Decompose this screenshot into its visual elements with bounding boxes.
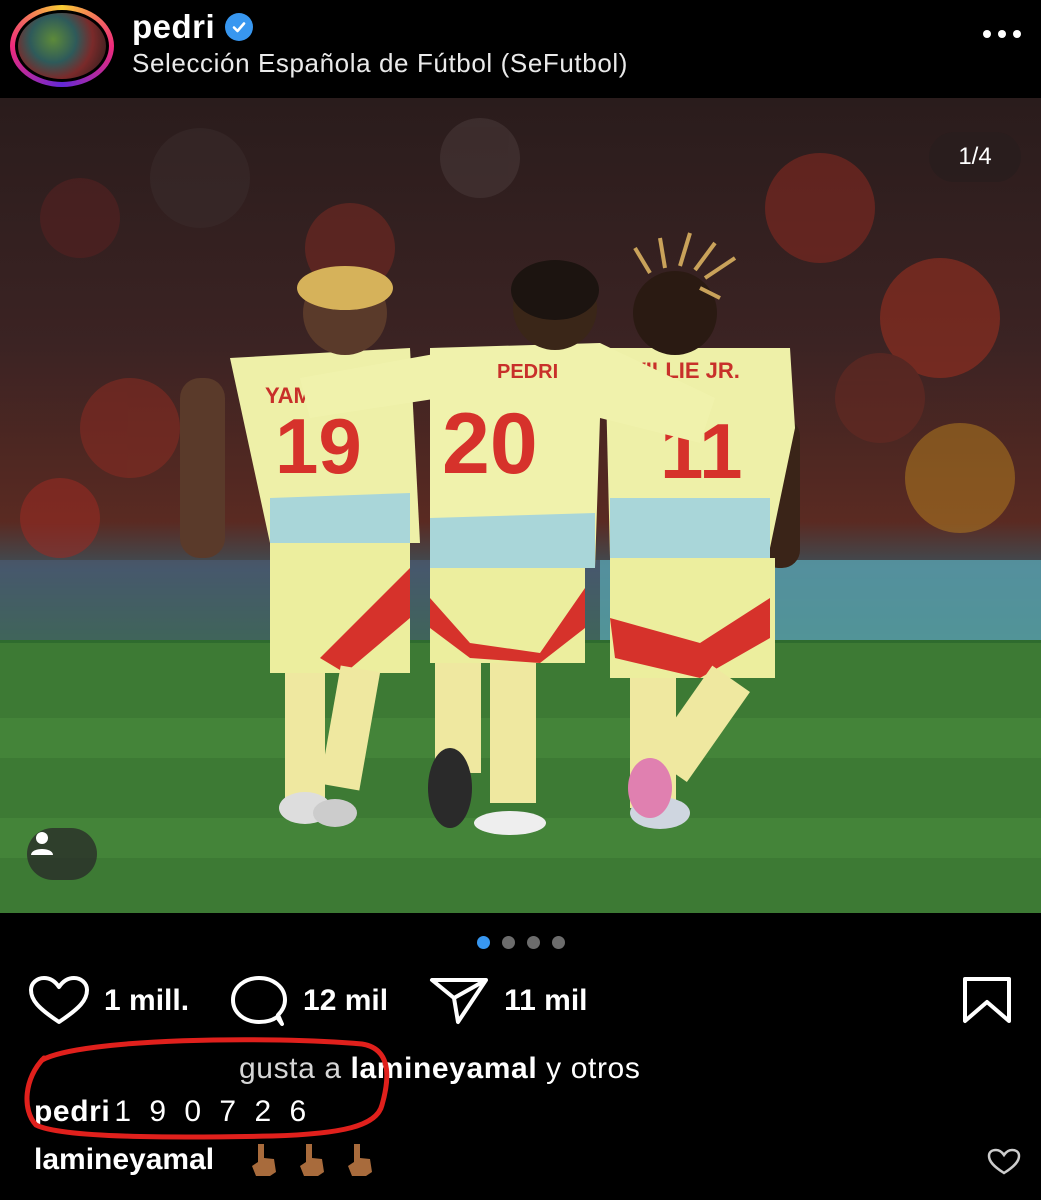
user-tags-icon[interactable] (27, 828, 97, 880)
share-count[interactable]: 11 mil (504, 984, 587, 1018)
carousel-counter: 1/4 (929, 132, 1021, 182)
heart-icon (29, 976, 89, 1024)
pointing-up-hand-icon (252, 1144, 277, 1176)
liked-by-suffix[interactable]: y otros (537, 1052, 640, 1085)
like-button[interactable]: 1 mill. (28, 976, 189, 1026)
svg-text:PEDRI: PEDRI (497, 361, 558, 383)
save-button[interactable] (961, 976, 1013, 1029)
caption-text: 1 9 0 7 2 6 (114, 1095, 312, 1128)
carousel-dots (0, 936, 1041, 949)
comment-button[interactable]: 12 mil (229, 975, 388, 1027)
comment-username[interactable]: lamineyamal (34, 1143, 214, 1177)
carousel-dot-4[interactable] (551, 936, 565, 949)
liked-by-user[interactable]: lamineyamal (351, 1052, 538, 1085)
username[interactable]: pedri (132, 8, 215, 46)
username-row: pedri (132, 8, 254, 46)
comment-count[interactable]: 12 mil (303, 984, 388, 1018)
liked-by-partial: gusta a (239, 1052, 351, 1085)
carousel-dot-3[interactable] (526, 936, 540, 949)
pointing-up-hand-icon (348, 1144, 373, 1176)
post-header: pedri Selección Española de Fútbol (SeFu… (0, 0, 1041, 98)
action-bar: 1 mill. 12 mil 11 mil (28, 976, 628, 1026)
avatar[interactable] (15, 10, 109, 82)
photo-illustration: YAMAL 19 WILLIE JR. 11 PEDRI 20 (0, 118, 1041, 913)
pointing-up-hand-icon (300, 1144, 325, 1176)
carousel-dot-1[interactable] (476, 936, 490, 949)
comment-icon (231, 976, 288, 1026)
more-options-icon[interactable] (983, 30, 1021, 38)
jersey-number-center: 20 (442, 396, 538, 492)
caption: pedri 1 9 0 7 2 6 (34, 1095, 311, 1129)
bookmark-icon (963, 977, 1011, 1023)
like-count[interactable]: 1 mill. (104, 984, 189, 1018)
comment-like-icon[interactable] (987, 1148, 1021, 1181)
liked-by-line[interactable]: gusta a lamineyamal y otros (34, 1052, 1034, 1086)
post-photo[interactable]: YAMAL 19 WILLIE JR. 11 PEDRI 20 1/4 (0, 98, 1041, 913)
verified-badge-icon (225, 13, 254, 41)
share-button[interactable]: 11 mil (428, 976, 588, 1026)
send-icon (430, 978, 489, 1024)
comment-preview: lamineyamal (34, 1142, 378, 1178)
carousel-dot-2[interactable] (501, 936, 515, 949)
caption-username[interactable]: pedri (34, 1095, 110, 1128)
collab-subtitle[interactable]: Selección Española de Fútbol (SeFutbol) (132, 48, 628, 79)
story-ring[interactable] (10, 5, 114, 87)
